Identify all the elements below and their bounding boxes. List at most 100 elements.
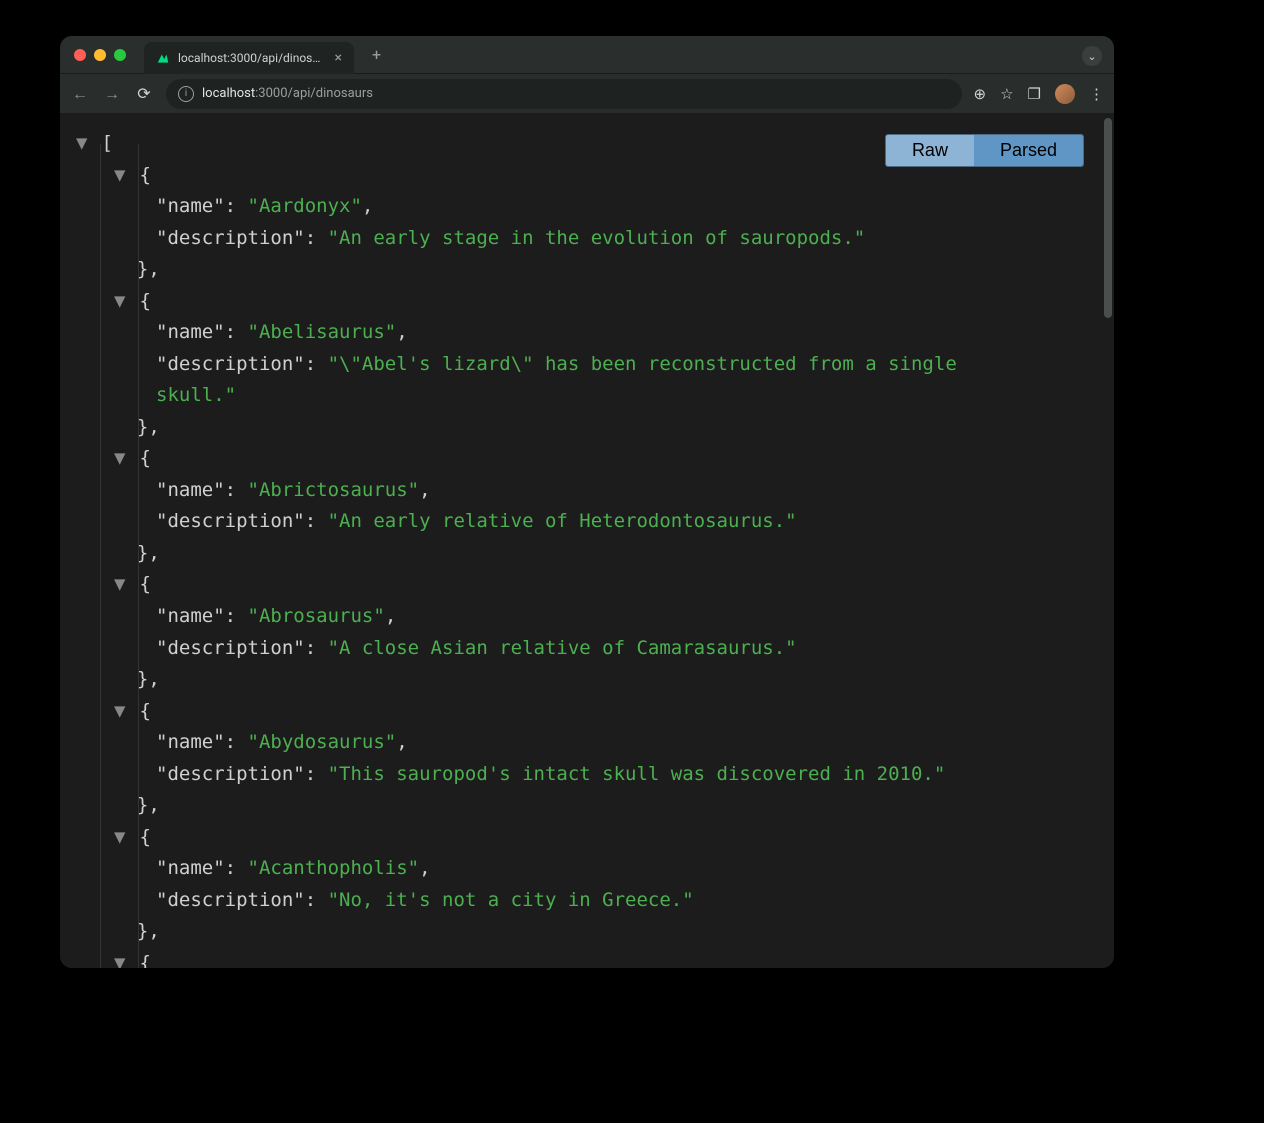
json-viewer: ▼ [▼ {"name": "Aardonyx","description": … bbox=[60, 114, 1114, 968]
json-prop: "name": "Acanthopholis", bbox=[70, 853, 1114, 885]
json-key-description: "description" bbox=[156, 637, 305, 659]
object-open: ▼ { bbox=[70, 443, 1114, 475]
open-brace: { bbox=[128, 290, 151, 312]
close-window-button[interactable] bbox=[74, 49, 86, 61]
comma: , bbox=[419, 857, 430, 879]
object-close: }, bbox=[70, 412, 1114, 444]
parsed-tab[interactable]: Parsed bbox=[974, 135, 1083, 166]
vertical-scrollbar[interactable] bbox=[1104, 118, 1112, 318]
json-prop: "description": "No, it's not a city in G… bbox=[70, 885, 1040, 917]
json-key-description: "description" bbox=[156, 227, 305, 249]
disclosure-triangle-icon[interactable]: ▼ bbox=[114, 822, 128, 854]
json-prop: "name": "Abrictosaurus", bbox=[70, 475, 1114, 507]
disclosure-triangle-icon[interactable]: ▼ bbox=[114, 443, 128, 475]
json-key-name: "name" bbox=[156, 195, 225, 217]
url-text: localhost:3000/api/dinosaurs bbox=[202, 86, 373, 101]
colon: : bbox=[305, 889, 328, 911]
open-brace: { bbox=[128, 573, 151, 595]
browser-window: ⌄ localhost:3000/api/dinosaurs × + ← → ⟳… bbox=[60, 36, 1114, 968]
colon: : bbox=[225, 321, 248, 343]
json-prop: "description": "An early stage in the ev… bbox=[70, 223, 1040, 255]
zoom-icon[interactable]: ⊕ bbox=[974, 85, 987, 103]
disclosure-triangle-icon[interactable]: ▼ bbox=[114, 696, 128, 728]
raw-tab[interactable]: Raw bbox=[886, 135, 974, 166]
object-open: ▼ { bbox=[70, 822, 1114, 854]
object-open: ▼ { bbox=[70, 696, 1114, 728]
traffic-lights bbox=[74, 49, 126, 61]
reload-button[interactable]: ⟳ bbox=[134, 84, 154, 103]
json-key-name: "name" bbox=[156, 479, 225, 501]
object-open: ▼ { bbox=[70, 569, 1114, 601]
json-value-description: "No, it's not a city in Greece." bbox=[328, 889, 694, 911]
colon: : bbox=[225, 731, 248, 753]
json-prop: "description": "A close Asian relative o… bbox=[70, 633, 1040, 665]
json-value-description: "An early relative of Heterodontosaurus.… bbox=[328, 510, 797, 532]
colon: : bbox=[305, 510, 328, 532]
json-value-description: "An early stage in the evolution of saur… bbox=[328, 227, 866, 249]
view-mode-tabs: Raw Parsed bbox=[885, 134, 1084, 167]
json-value-name: "Acanthopholis" bbox=[248, 857, 420, 879]
close-brace: }, bbox=[114, 258, 160, 280]
minimize-window-button[interactable] bbox=[94, 49, 106, 61]
json-key-description: "description" bbox=[156, 763, 305, 785]
indent-guide bbox=[100, 144, 101, 968]
back-button[interactable]: ← bbox=[70, 84, 90, 104]
json-value-description: "This sauropod's intact skull was discov… bbox=[328, 763, 946, 785]
json-value-name: "Abrosaurus" bbox=[248, 605, 385, 627]
open-bracket: [ bbox=[90, 132, 113, 154]
json-key-name: "name" bbox=[156, 605, 225, 627]
open-brace: { bbox=[128, 700, 151, 722]
disclosure-triangle-icon[interactable]: ▼ bbox=[114, 286, 128, 318]
disclosure-triangle-icon[interactable]: ▼ bbox=[76, 128, 90, 160]
close-brace: }, bbox=[114, 416, 160, 438]
object-close: }, bbox=[70, 916, 1114, 948]
site-info-icon[interactable]: i bbox=[178, 86, 194, 102]
comma: , bbox=[396, 321, 407, 343]
json-value-description: "A close Asian relative of Camarasaurus.… bbox=[328, 637, 797, 659]
page-content: Raw Parsed ▼ [▼ {"name": "Aardonyx","des… bbox=[60, 114, 1114, 968]
object-close: }, bbox=[70, 538, 1114, 570]
comma: , bbox=[362, 195, 373, 217]
bookmark-star-icon[interactable]: ☆ bbox=[1000, 85, 1013, 103]
open-brace: { bbox=[128, 164, 151, 186]
json-value-name: "Abelisaurus" bbox=[248, 321, 397, 343]
toolbar-right: ⊕ ☆ ❐ ⋮ bbox=[974, 84, 1104, 104]
forward-button[interactable]: → bbox=[102, 84, 122, 104]
disclosure-triangle-icon[interactable]: ▼ bbox=[114, 569, 128, 601]
close-tab-icon[interactable]: × bbox=[335, 50, 342, 66]
window-menu-chevron-icon[interactable]: ⌄ bbox=[1082, 46, 1102, 66]
json-key-name: "name" bbox=[156, 857, 225, 879]
colon: : bbox=[225, 195, 248, 217]
kebab-menu-icon[interactable]: ⋮ bbox=[1089, 85, 1104, 103]
json-prop: "description": "An early relative of Het… bbox=[70, 506, 1040, 538]
json-prop: "name": "Abelisaurus", bbox=[70, 317, 1114, 349]
object-close: }, bbox=[70, 254, 1114, 286]
json-key-description: "description" bbox=[156, 889, 305, 911]
comma: , bbox=[385, 605, 396, 627]
url-host: localhost bbox=[202, 86, 255, 101]
address-bar[interactable]: i localhost:3000/api/dinosaurs bbox=[166, 79, 962, 109]
json-prop: "description": "\"Abel's lizard\" has be… bbox=[70, 349, 1040, 412]
json-key-name: "name" bbox=[156, 731, 225, 753]
colon: : bbox=[225, 857, 248, 879]
open-brace: { bbox=[128, 826, 151, 848]
json-prop: "name": "Abrosaurus", bbox=[70, 601, 1114, 633]
indent-guide bbox=[138, 144, 139, 968]
new-tab-button[interactable]: + bbox=[372, 45, 381, 64]
json-prop: "name": "Abydosaurus", bbox=[70, 727, 1114, 759]
url-path: :3000/api/dinosaurs bbox=[255, 86, 373, 101]
colon: : bbox=[305, 763, 328, 785]
disclosure-triangle-icon[interactable]: ▼ bbox=[114, 948, 128, 968]
close-brace: }, bbox=[114, 794, 160, 816]
colon: : bbox=[305, 637, 328, 659]
browser-tab[interactable]: localhost:3000/api/dinosaurs × bbox=[144, 42, 354, 74]
disclosure-triangle-icon[interactable]: ▼ bbox=[114, 160, 128, 192]
profile-avatar[interactable] bbox=[1055, 84, 1075, 104]
comma: , bbox=[396, 731, 407, 753]
object-close: }, bbox=[70, 790, 1114, 822]
maximize-window-button[interactable] bbox=[114, 49, 126, 61]
json-key-name: "name" bbox=[156, 321, 225, 343]
colon: : bbox=[305, 227, 328, 249]
json-value-name: "Abrictosaurus" bbox=[248, 479, 420, 501]
extensions-icon[interactable]: ❐ bbox=[1028, 85, 1041, 103]
